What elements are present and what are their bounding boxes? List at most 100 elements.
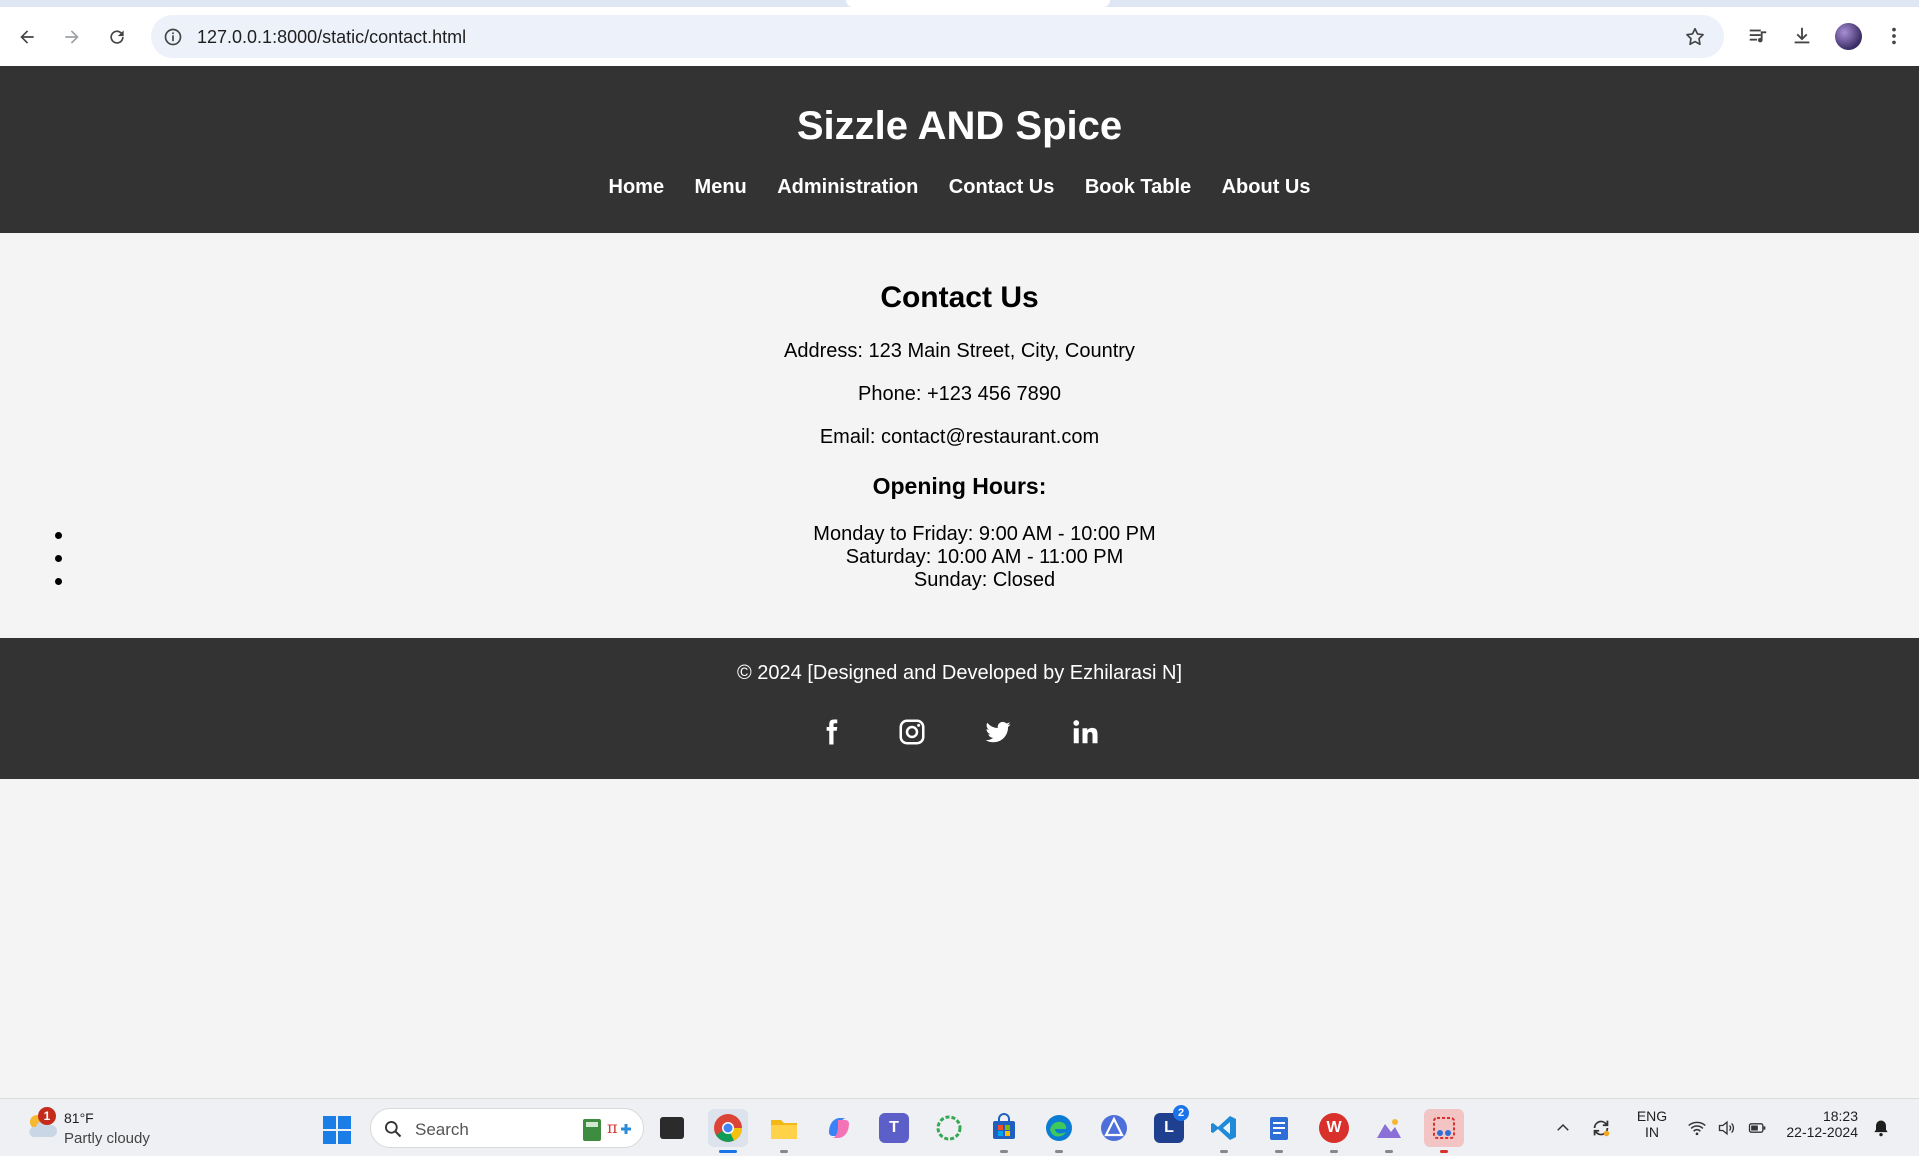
taskbar-app[interactable] xyxy=(1424,1109,1464,1153)
nav-link-about-us[interactable]: About Us xyxy=(1222,176,1311,198)
browser-menu-button[interactable] xyxy=(1882,24,1906,48)
hours-item: Saturday: 10:00 AM - 11:00 PM xyxy=(0,546,1919,569)
delta-app-icon xyxy=(1101,1115,1127,1141)
bookmark-star-icon[interactable] xyxy=(1684,26,1706,48)
contact-heading: Contact Us xyxy=(880,281,1039,314)
running-indicator xyxy=(719,1150,737,1153)
running-indicator xyxy=(1330,1150,1338,1153)
download-icon xyxy=(1794,27,1810,44)
arrow-left-icon xyxy=(20,30,34,44)
notification-badge: 2 xyxy=(1173,1105,1189,1121)
running-indicator xyxy=(1275,1150,1283,1153)
store-icon xyxy=(993,1113,1015,1139)
taskbar-app[interactable] xyxy=(708,1109,748,1153)
opening-hours-list: Monday to Friday: 9:00 AM - 10:00 PM Sat… xyxy=(0,523,1919,592)
bullet-icon xyxy=(55,532,62,539)
taskbar-app[interactable] xyxy=(984,1109,1024,1153)
site-header: Sizzle AND Spice Home Menu Administratio… xyxy=(0,66,1919,233)
facebook-link[interactable] xyxy=(813,714,849,750)
contact-phone: Phone: +123 456 7890 xyxy=(858,383,1061,405)
nav-link-home[interactable]: Home xyxy=(609,176,665,198)
playlist-icon xyxy=(1749,29,1767,43)
taskbar-app[interactable] xyxy=(1259,1109,1299,1153)
forward-button[interactable] xyxy=(58,23,86,51)
running-indicator xyxy=(1000,1150,1008,1153)
language-code: ENG xyxy=(1636,1108,1668,1124)
battery-icon xyxy=(1748,1123,1766,1133)
clock[interactable]: 18:23 22-12-2024 xyxy=(1786,1108,1858,1140)
notepad-icon xyxy=(1270,1117,1288,1140)
twitter-link[interactable] xyxy=(980,714,1016,750)
twitter-icon xyxy=(985,721,1011,743)
region-code: IN xyxy=(1645,1124,1659,1140)
taskbar-app[interactable] xyxy=(1204,1109,1244,1153)
running-indicator xyxy=(1220,1150,1228,1153)
arrow-right-icon xyxy=(65,30,79,44)
taskbar-app[interactable] xyxy=(929,1109,969,1147)
notifications-button[interactable] xyxy=(1870,1117,1892,1139)
bullet-icon xyxy=(55,555,62,562)
nav-link-menu[interactable]: Menu xyxy=(695,176,747,198)
contact-email: Email: contact@restaurant.com xyxy=(819,426,1100,448)
copilot-icon xyxy=(829,1118,849,1138)
browser-chrome: 127.0.0.1:8000/static/contact.html xyxy=(0,0,1919,66)
hours-item: Sunday: Closed xyxy=(0,569,1919,592)
file-explorer-icon xyxy=(771,1120,797,1139)
tab-strip xyxy=(0,0,1919,7)
running-indicator xyxy=(1055,1150,1063,1153)
taskbar-search-box[interactable]: Search π xyxy=(370,1108,644,1148)
profile-avatar[interactable] xyxy=(1835,23,1862,50)
file-manager-icon xyxy=(660,1117,684,1139)
reload-button[interactable] xyxy=(103,23,131,51)
back-button[interactable] xyxy=(13,23,41,51)
downloads-button[interactable] xyxy=(1790,24,1814,48)
taskbar-app[interactable]: T xyxy=(874,1109,914,1147)
edge-icon xyxy=(1046,1115,1072,1141)
taskbar-app[interactable] xyxy=(1369,1109,1409,1153)
taskbar-app[interactable] xyxy=(652,1109,692,1147)
snipping-tool-icon xyxy=(1433,1117,1455,1139)
browser-toolbar: 127.0.0.1:8000/static/contact.html xyxy=(0,7,1919,66)
network-button[interactable] xyxy=(1686,1117,1708,1139)
linkedin-link[interactable] xyxy=(1067,714,1103,750)
nav-link-administration[interactable]: Administration xyxy=(777,176,918,198)
media-controls-button[interactable] xyxy=(1746,24,1770,48)
taskbar-app[interactable] xyxy=(819,1109,859,1147)
battery-button[interactable] xyxy=(1746,1117,1768,1139)
taskbar-app[interactable]: L 2 xyxy=(1149,1105,1189,1147)
linkedin-icon xyxy=(1073,720,1098,744)
taskbar-app[interactable]: W xyxy=(1314,1109,1354,1153)
vscode-icon xyxy=(1211,1116,1236,1140)
wps-icon: W xyxy=(1319,1113,1349,1143)
running-indicator xyxy=(1440,1150,1448,1153)
address-bar[interactable]: 127.0.0.1:8000/static/contact.html xyxy=(151,15,1724,58)
weather-temperature: 81°F xyxy=(64,1110,94,1126)
search-placeholder: Search xyxy=(415,1120,469,1139)
url-text[interactable]: 127.0.0.1:8000/static/contact.html xyxy=(197,27,466,48)
nav-link-book-table[interactable]: Book Table xyxy=(1085,176,1191,198)
taskbar-app[interactable] xyxy=(1094,1109,1134,1147)
clock-date: 22-12-2024 xyxy=(1786,1124,1858,1140)
taskbar-app[interactable] xyxy=(764,1109,804,1153)
volume-button[interactable] xyxy=(1716,1117,1738,1139)
nav-link-contact-us[interactable]: Contact Us xyxy=(949,176,1055,198)
loader-app-icon xyxy=(936,1115,962,1141)
active-tab[interactable] xyxy=(846,0,1110,7)
instagram-icon xyxy=(899,719,925,745)
bell-icon xyxy=(1874,1120,1888,1137)
hours-item-text: Sunday: Closed xyxy=(913,569,1056,591)
windows-start-icon[interactable] xyxy=(322,1115,352,1145)
reload-icon xyxy=(110,30,124,44)
svg-text:π: π xyxy=(607,1118,618,1137)
running-indicator xyxy=(780,1150,788,1153)
taskbar-app[interactable] xyxy=(1039,1109,1079,1153)
contact-address: Address: 123 Main Street, City, Country xyxy=(784,340,1135,362)
instagram-link[interactable] xyxy=(894,714,930,750)
bullet-icon xyxy=(55,578,62,585)
show-hidden-icons-button[interactable] xyxy=(1552,1117,1574,1139)
chrome-icon xyxy=(714,1114,742,1142)
opening-hours-heading: Opening Hours: xyxy=(872,473,1047,499)
language-indicator[interactable]: ENG IN xyxy=(1636,1108,1668,1140)
sync-tray-button[interactable] xyxy=(1590,1117,1612,1139)
site-info-icon[interactable] xyxy=(163,27,183,47)
